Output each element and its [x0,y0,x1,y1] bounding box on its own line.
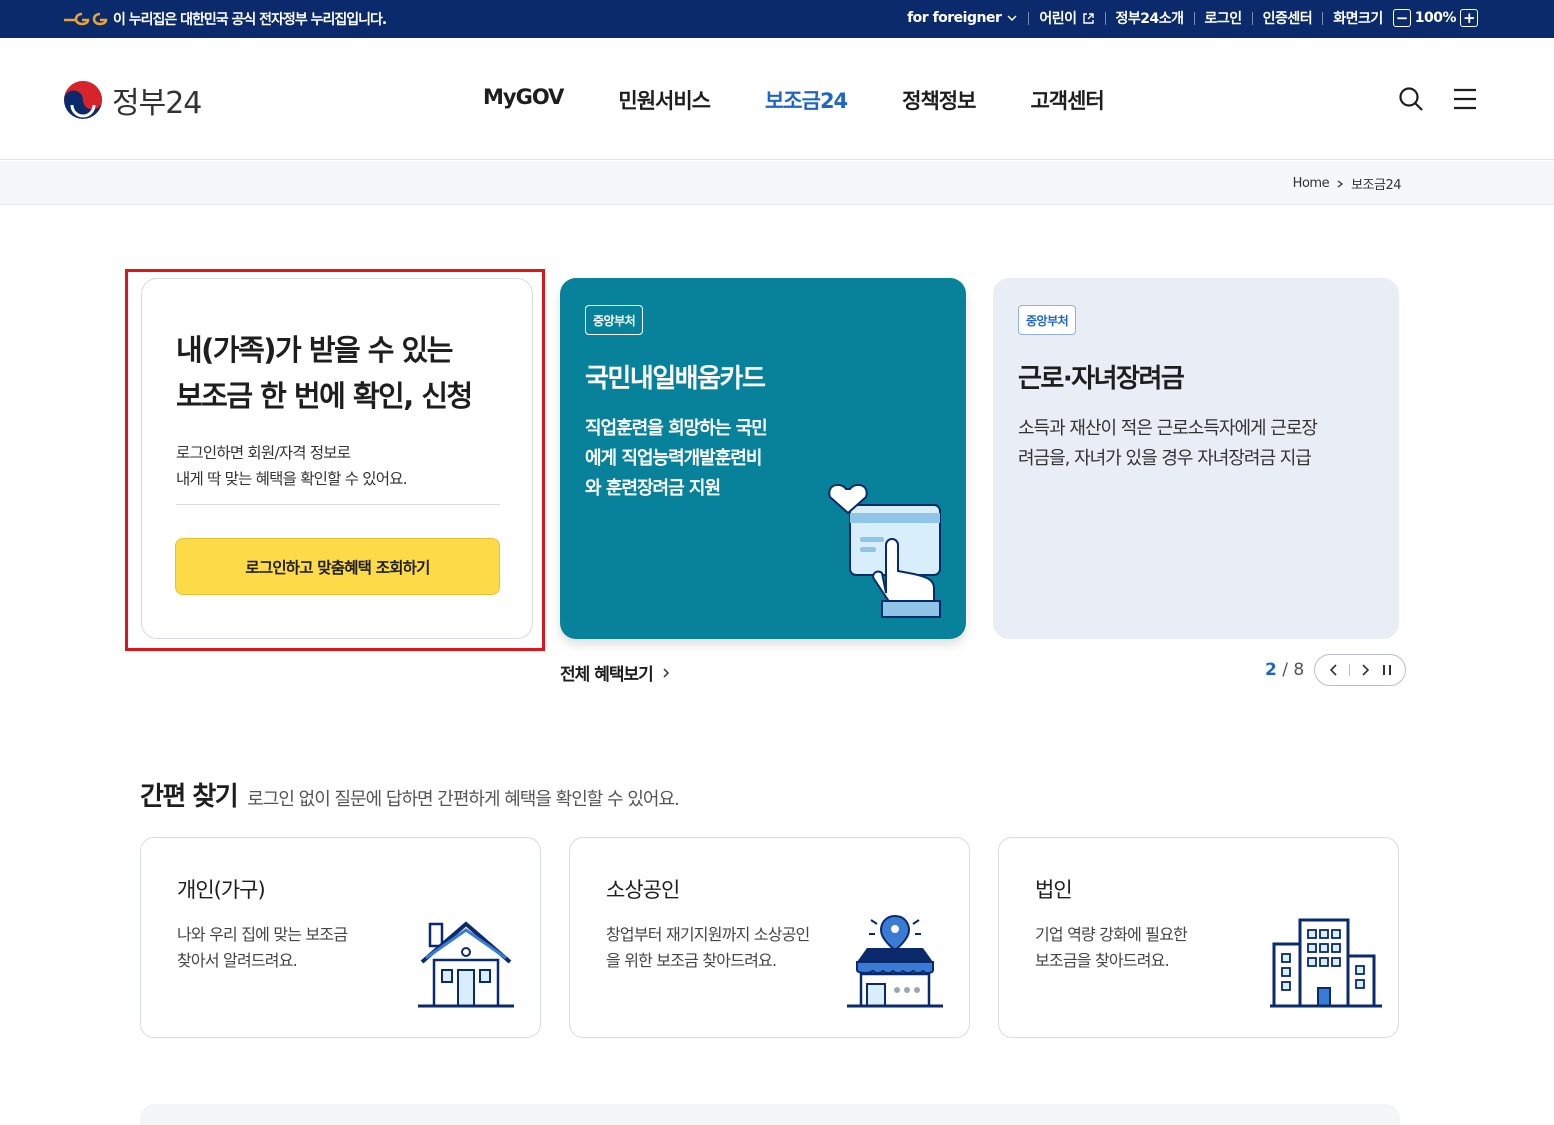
divider [1322,11,1324,25]
site-logo[interactable]: 정부24 [62,78,202,122]
building-icon [1270,918,1382,1008]
screen-size-label: 화면크기 [1333,11,1383,27]
desc-line: 려금을, 자녀가 있을 경우 자녀장려금 지급 [1018,448,1312,469]
breadcrumb-bar: Home 보조금24 [0,161,1554,205]
login-card-title: 내(가족)가 받을 수 있는 보조금 한 번에 확인, 신청 [176,327,473,419]
desc-line: 소득과 재산이 적은 근로소득자에게 근로장 [1018,418,1318,439]
quick-card-individual[interactable]: 개인(가구) 나와 우리 집에 맞는 보조금 찾아서 알려드려요. [140,837,541,1038]
next-slide-icon[interactable] [1359,663,1371,677]
ministry-tag: 중앙부처 [1018,305,1077,335]
quick-card-desc: 나와 우리 집에 맞는 보조금 찾아서 알려드려요. [177,922,417,974]
desc-line: 을 위한 보조금 찾아드려요. [606,951,777,970]
for-foreigner-dropdown[interactable]: for foreigner [907,10,1018,26]
desc-line: 기업 역량 강화에 필요한 [1035,925,1188,944]
benefit-desc: 소득과 재산이 적은 근로소득자에게 근로장 려금을, 자녀가 있을 경우 자녀… [1018,414,1378,474]
desc-line: 에게 직업능력개발훈련비 [585,448,762,469]
quick-card-small-business[interactable]: 소상공인 창업부터 재기지원까지 소상공인 을 위한 보조금 찾아드려요. [569,837,970,1038]
about-link[interactable]: 정부24소개 [1116,8,1185,28]
nav-subsidy24[interactable]: 보조금24 [765,85,848,115]
desc-line: 나와 우리 집에 맞는 보조금 [177,925,348,944]
login-card-desc: 로그인하면 회원/자격 정보로 내게 딱 맞는 혜택을 확인할 수 있어요. [176,440,408,492]
kids-label: 어린이 [1039,11,1077,27]
total-slides: 8 [1293,660,1305,680]
ministry-tag: 중앙부처 [585,305,644,335]
official-site-notice: 이 누리집은 대한민국 공식 전자정부 누리집입니다. [113,12,387,28]
quick-card-desc: 창업부터 재기지원까지 소상공인 을 위한 보조금 찾아드려요. [606,922,846,974]
desc-line: 직업훈련을 희망하는 국민 [585,418,768,439]
section-title: 간편 찾기 [140,782,239,812]
chevron-right-icon [1337,179,1344,188]
nav-customer-center[interactable]: 고객센터 [1030,85,1104,115]
benefit-title: 국민내일배움카드 [585,364,766,394]
login-link[interactable]: 로그인 [1205,8,1243,28]
benefit-desc: 직업훈련을 희망하는 국민 에게 직업능력개발훈련비 와 훈련장려금 지원 [585,414,805,504]
login-benefit-lookup-button[interactable]: 로그인하고 맞춤혜택 조회하기 [175,538,500,595]
divider [1193,11,1195,25]
store-icon [847,914,943,1008]
section-subtitle: 로그인 없이 질문에 답하면 간편하게 혜택을 확인할 수 있어요. [247,789,679,810]
nav-mygov[interactable]: MyGOV [483,85,564,115]
zoom-out-button[interactable]: − [1392,9,1411,27]
house-icon [418,921,514,1008]
pause-icon[interactable] [1381,663,1393,677]
title-line: 내(가족)가 받을 수 있는 [176,333,453,367]
desc-line: 찾아서 알려드려요. [177,951,298,970]
breadcrumb-home[interactable]: Home [1293,176,1330,191]
hamburger-menu-icon[interactable] [1452,86,1478,112]
divider [1251,11,1253,25]
benefit-title: 근로·자녀장려금 [1018,364,1185,394]
chevron-down-icon [1007,15,1017,22]
zoom-level: 100% [1414,10,1457,26]
card-hand-tap-icon [828,483,941,618]
desc-line: 내게 딱 맞는 혜택을 확인할 수 있어요. [176,470,408,488]
nav-civil-service[interactable]: 민원서비스 [618,85,711,115]
divider [1349,664,1351,676]
desc-line: 로그인하면 회원/자격 정보로 [176,444,351,462]
egov-logo-icon [64,12,108,26]
current-slide: 2 [1265,660,1277,680]
for-foreigner-label: for foreigner [907,10,1002,26]
benefit-card-tomorrow-learning[interactable]: 중앙부처 국민내일배움카드 직업훈련을 희망하는 국민 에게 직업능력개발훈련비… [560,278,966,639]
search-icon[interactable] [1398,86,1424,112]
benefit-card-earned-income-credit[interactable]: 중앙부처 근로·자녀장려금 소득과 재산이 적은 근로소득자에게 근로장 려금을… [993,278,1399,639]
desc-line: 와 훈련장려금 지원 [585,478,721,499]
cert-center-link[interactable]: 인증센터 [1263,8,1313,28]
chevron-right-icon [663,667,669,678]
slide-counter: 2 / 8 [1265,660,1305,680]
external-link-icon [1082,12,1094,24]
desc-line: 창업부터 재기지원까지 소상공인 [606,925,810,944]
title-line: 보조금 한 번에 확인, 신청 [176,379,473,413]
main-header: 정부24 MyGOV 민원서비스 보조금24 정책정보 고객센터 [0,38,1554,160]
quick-card-desc: 기업 역량 강화에 필요한 보조금을 찾아드려요. [1035,922,1275,974]
desc-line: 보조금을 찾아드려요. [1035,951,1170,970]
carousel-pager: 2 / 8 [1265,654,1407,686]
logo-text: 정부24 [112,86,202,121]
divider [176,504,500,505]
breadcrumb: Home 보조금24 [1293,174,1402,193]
quick-search-heading: 간편 찾기 로그인 없이 질문에 답하면 간편하게 혜택을 확인할 수 있어요. [140,776,680,813]
view-all-label: 전체 혜택보기 [560,665,654,685]
kids-link[interactable]: 어린이 [1039,8,1094,28]
divider [1028,11,1030,25]
zoom-in-button[interactable]: + [1460,9,1478,27]
header-actions [1398,86,1478,112]
carousel-controls [1314,654,1407,686]
quick-card-title: 소상공인 [606,878,680,902]
view-all-benefits-link[interactable]: 전체 혜택보기 [560,660,671,685]
quick-card-title: 개인(가구) [177,878,266,902]
divider [1104,11,1106,25]
breadcrumb-current: 보조금24 [1351,178,1401,193]
global-nav: MyGOV 민원서비스 보조금24 정책정보 고객센터 [483,85,1159,115]
top-utility-bar: 이 누리집은 대한민국 공식 전자정부 누리집입니다. for foreigne… [0,0,1554,38]
utility-menu: for foreigner 어린이 정부24소개 로그인 인증센터 화면크기 −… [907,8,1478,28]
next-section-strip [140,1104,1400,1125]
nav-policy-info[interactable]: 정책정보 [902,85,976,115]
quick-card-corporation[interactable]: 법인 기업 역량 강화에 필요한 보조금을 찾아드려요. [998,837,1399,1038]
prev-slide-icon[interactable] [1328,663,1340,677]
personalized-benefit-card: 내(가족)가 받을 수 있는 보조금 한 번에 확인, 신청 로그인하면 회원/… [141,278,533,639]
taegeuk-logo-icon [64,81,102,119]
quick-card-title: 법인 [1035,878,1073,902]
